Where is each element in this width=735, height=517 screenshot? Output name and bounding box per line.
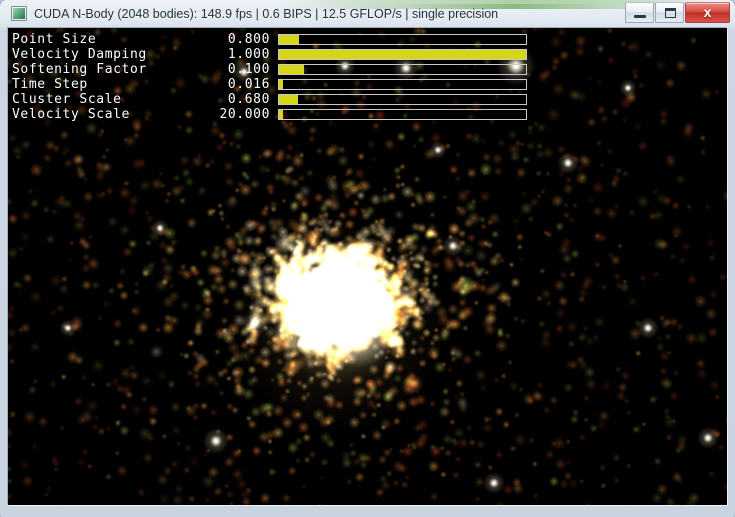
application-window: CUDA N-Body (2048 bodies): 148.9 fps | 0…: [0, 0, 735, 517]
hud-param-slider[interactable]: [278, 79, 527, 90]
hud-param-row: Time Step 0.016: [10, 77, 725, 92]
hud-param-slider-fill: [279, 80, 283, 89]
title-bar[interactable]: CUDA N-Body (2048 bodies): 148.9 fps | 0…: [0, 0, 735, 28]
hud-param-row: Softening Factor 0.100: [10, 62, 725, 77]
hud-param-row: Velocity Damping 1.000: [10, 47, 725, 62]
hud-param-slider-fill: [279, 95, 298, 104]
app-root: CUDA N-Body (2048 bodies): 148.9 fps | 0…: [0, 0, 735, 517]
hud-param-label: Cluster Scale: [12, 92, 122, 107]
hud-param-label: Velocity Damping: [12, 47, 147, 62]
hud-param-slider[interactable]: [278, 34, 527, 45]
simulation-viewport[interactable]: Point Size 0.800 Velocity Damping 1.000 Soft…: [8, 28, 727, 505]
minimize-button[interactable]: [625, 2, 654, 23]
window-monitor-icon: [11, 6, 27, 21]
hud-param-slider[interactable]: [278, 64, 527, 75]
hud-param-slider-fill: [279, 110, 283, 119]
hud-param-label: Time Step: [12, 77, 88, 92]
hud-param-label: Velocity Scale: [12, 107, 130, 122]
hud-param-value: 0.680: [227, 92, 270, 107]
parameter-hud: Point Size 0.800 Velocity Damping 1.000 Soft…: [10, 32, 725, 122]
hud-param-slider-fill: [279, 35, 299, 44]
close-icon: x: [703, 4, 712, 20]
hud-param-value: 0.800: [227, 32, 270, 47]
hud-param-label: Point Size: [12, 32, 97, 47]
hud-param-value: 1.000: [227, 47, 270, 62]
hud-param-value: 0.100: [227, 62, 270, 77]
hud-param-row: Point Size 0.800: [10, 32, 725, 47]
window-controls: x: [625, 2, 730, 24]
maximize-button[interactable]: [655, 2, 684, 23]
close-button[interactable]: x: [685, 2, 730, 23]
hud-param-slider[interactable]: [278, 109, 527, 120]
hud-param-slider[interactable]: [278, 94, 527, 105]
hud-param-value: 20.000: [219, 107, 270, 122]
hud-param-label: Softening Factor: [12, 62, 147, 77]
hud-param-value: 0.016: [227, 77, 270, 92]
hud-param-slider-fill: [279, 65, 304, 74]
hud-param-row: Cluster Scale 0.680: [10, 92, 725, 107]
window-title: CUDA N-Body (2048 bodies): 148.9 fps | 0…: [34, 7, 499, 21]
hud-param-slider[interactable]: [278, 49, 527, 60]
hud-param-slider-fill: [279, 50, 526, 59]
hud-param-row: Velocity Scale 20.000: [10, 107, 725, 122]
